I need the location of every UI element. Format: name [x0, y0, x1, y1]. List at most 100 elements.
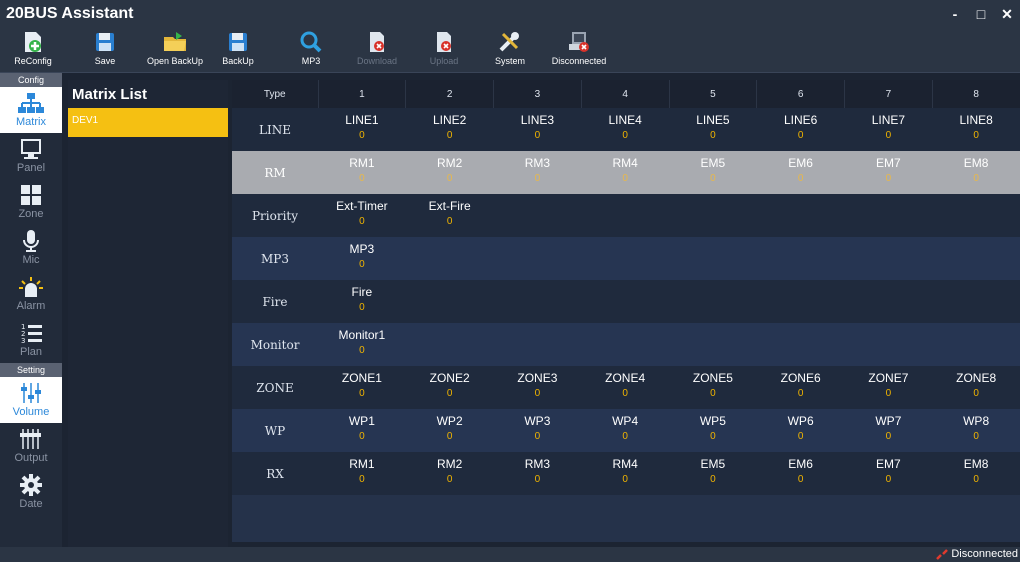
- matrix-row[interactable]: RX RM1 0 RM2 0 RM3 0 RM4 0 EM5 0 EM6 0 EM7 0 EM8 0: [232, 452, 1020, 495]
- matrix-cell[interactable]: EM5 0: [669, 452, 757, 495]
- cell-value: 0: [885, 130, 892, 141]
- close-button[interactable]: ✕: [994, 0, 1020, 28]
- matrix-cell[interactable]: LINE5 0: [669, 108, 757, 151]
- matrix-cell[interactable]: LINE6 0: [756, 108, 845, 151]
- matrix-cell[interactable]: WP2 0: [405, 409, 494, 452]
- matrix-cell[interactable]: Fire 0: [318, 280, 406, 323]
- matrix-cell[interactable]: EM5 0: [669, 151, 757, 194]
- cell-value: 0: [359, 431, 365, 442]
- cell-name: RM2: [436, 457, 463, 471]
- matrix-cell[interactable]: Monitor1 0: [318, 323, 406, 366]
- matrix-cell[interactable]: LINE2 0: [405, 108, 494, 151]
- matrix-row[interactable]: LINE LINE1 0 LINE2 0 LINE3 0 LINE4 0 LINE5 0 LINE6 0…: [232, 108, 1020, 151]
- matrix-cell[interactable]: EM8 0: [932, 452, 1020, 495]
- cell-value: 0: [622, 474, 628, 485]
- matrix-cell[interactable]: WP6 0: [756, 409, 845, 452]
- matrix-cell[interactable]: RM2 0: [405, 151, 494, 194]
- mp3-button[interactable]: MP3: [296, 30, 326, 72]
- matrix-cell[interactable]: ZONE2 0: [405, 366, 494, 409]
- open-backup-button[interactable]: Open BackUp: [142, 30, 208, 72]
- matrix-cell[interactable]: WP7 0: [844, 409, 933, 452]
- matrix-cell[interactable]: ZONE1 0: [318, 366, 406, 409]
- matrix-cell[interactable]: ZONE7 0: [844, 366, 933, 409]
- plan-icon: 123: [21, 323, 42, 345]
- matrix-cell[interactable]: EM6 0: [756, 452, 845, 495]
- matrix-cell[interactable]: LINE1 0: [318, 108, 406, 151]
- sidebar-item-volume[interactable]: Volume: [0, 377, 62, 423]
- matrix-cell[interactable]: RM1 0: [318, 151, 406, 194]
- matrix-cell: [932, 237, 1020, 280]
- cell-value: 0: [622, 130, 628, 141]
- matrix-cell[interactable]: WP8 0: [932, 409, 1020, 452]
- matrix-cell[interactable]: LINE7 0: [844, 108, 933, 151]
- download-button[interactable]: Download: [352, 30, 402, 72]
- matrix-cell[interactable]: EM7 0: [844, 151, 933, 194]
- cell-value: 0: [710, 173, 716, 184]
- matrix-cell[interactable]: RM4 0: [581, 452, 669, 495]
- matrix-cell[interactable]: ZONE6 0: [756, 366, 845, 409]
- sidebar-item-output[interactable]: Output: [0, 423, 62, 469]
- sidebar-item-alarm[interactable]: Alarm: [0, 271, 62, 317]
- matrix-row[interactable]: MP3 MP3 0: [232, 237, 1020, 280]
- matrix-cell[interactable]: LINE4 0: [581, 108, 669, 151]
- matrix-cell[interactable]: ZONE5 0: [669, 366, 757, 409]
- upload-button[interactable]: Upload: [424, 30, 464, 72]
- matrix-cell[interactable]: RM1 0: [318, 452, 406, 495]
- matrix-cell[interactable]: WP1 0: [318, 409, 406, 452]
- sidebar-item-panel[interactable]: Panel: [0, 133, 62, 179]
- row-type-label: RM: [232, 151, 318, 194]
- matrix-cell[interactable]: WP5 0: [669, 409, 757, 452]
- matrix-cell: [844, 237, 933, 280]
- matrix-cell[interactable]: Ext-Fire 0: [405, 194, 494, 237]
- matrix-cell[interactable]: RM3 0: [493, 151, 582, 194]
- cell-value: 0: [359, 130, 365, 141]
- matrix-row[interactable]: Monitor Monitor1 0: [232, 323, 1020, 366]
- output-icon: [20, 429, 41, 449]
- matrix-row[interactable]: Priority Ext-Timer 0 Ext-Fire 0: [232, 194, 1020, 237]
- matrix-cell[interactable]: ZONE4 0: [581, 366, 669, 409]
- column-header: 3: [493, 80, 582, 108]
- save-button[interactable]: Save: [90, 30, 120, 72]
- cell-value: 0: [446, 431, 453, 442]
- cell-name: RM3: [524, 457, 551, 471]
- minimize-button[interactable]: -: [942, 0, 968, 28]
- matrix-cell[interactable]: MP3 0: [318, 237, 406, 280]
- reconfig-button[interactable]: ReConfig: [14, 30, 52, 72]
- sidebar-item-zone[interactable]: Zone: [0, 179, 62, 225]
- matrix-row[interactable]: Fire Fire 0: [232, 280, 1020, 323]
- matrix-cell[interactable]: RM2 0: [405, 452, 494, 495]
- matrix-cell[interactable]: Ext-Timer 0: [318, 194, 406, 237]
- sidebar-item-matrix[interactable]: Matrix: [0, 87, 62, 133]
- cell-value: 0: [973, 173, 979, 184]
- column-header: 7: [844, 80, 933, 108]
- backup-button[interactable]: BackUp: [220, 30, 256, 72]
- matrix-row[interactable]: WP WP1 0 WP2 0 WP3 0 WP4 0 WP5 0 WP6 0 WP7 0 WP8 0: [232, 409, 1020, 452]
- matrix-cell[interactable]: RM3 0: [493, 452, 582, 495]
- matrix-cell[interactable]: LINE8 0: [932, 108, 1020, 151]
- matrix-cell[interactable]: WP3 0: [493, 409, 582, 452]
- sidebar-item-date[interactable]: Date: [0, 469, 62, 515]
- row-type-label: Fire: [232, 280, 318, 323]
- sidebar-item-plan[interactable]: 123 Plan: [0, 317, 62, 363]
- matrix-cell[interactable]: EM6 0: [756, 151, 845, 194]
- matrix-row[interactable]: RM RM1 0 RM2 0 RM3 0 RM4 0 EM5 0 EM6 0 EM7 0 EM8 0: [232, 151, 1020, 194]
- sidebar-item-mic[interactable]: Mic: [0, 225, 62, 271]
- matrix-cell[interactable]: WP4 0: [581, 409, 669, 452]
- cell-name: LINE7: [871, 113, 906, 127]
- cell-name: EM8: [963, 457, 989, 471]
- matrix-cell[interactable]: EM8 0: [932, 151, 1020, 194]
- cell-value: 0: [710, 474, 716, 485]
- matrix-cell[interactable]: EM7 0: [844, 452, 933, 495]
- matrix-list-item[interactable]: DEV1: [68, 108, 228, 137]
- maximize-button[interactable]: □: [968, 0, 994, 28]
- matrix-cell[interactable]: RM4 0: [581, 151, 669, 194]
- matrix-row[interactable]: ZONE ZONE1 0 ZONE2 0 ZONE3 0 ZONE4 0 ZONE5 0 ZONE6 0…: [232, 366, 1020, 409]
- matrix-cell: [581, 194, 669, 237]
- setting-header: Setting: [0, 363, 62, 377]
- disconnected-button[interactable]: Disconnected: [546, 30, 612, 72]
- matrix-cell[interactable]: ZONE3 0: [493, 366, 582, 409]
- system-button[interactable]: System: [492, 30, 528, 72]
- matrix-cell[interactable]: LINE3 0: [493, 108, 582, 151]
- cell-name: EM5: [700, 457, 726, 471]
- matrix-cell[interactable]: ZONE8 0: [932, 366, 1020, 409]
